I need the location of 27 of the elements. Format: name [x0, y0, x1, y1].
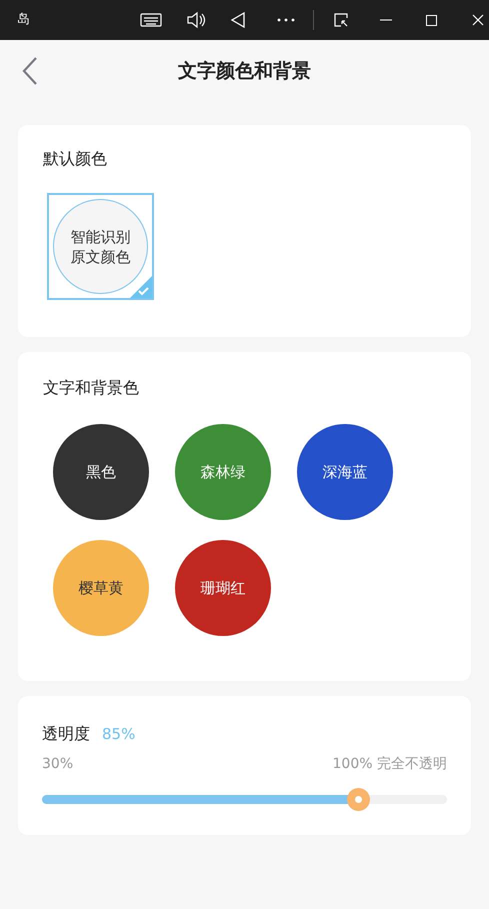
close-icon[interactable]	[472, 14, 484, 26]
page-title: 文字颜色和背景	[178, 58, 311, 84]
maximize-icon[interactable]	[426, 14, 437, 26]
color-swatch[interactable]: 樱草黄	[53, 540, 149, 636]
color-swatch[interactable]: 黑色	[53, 424, 149, 520]
color-swatch[interactable]: 深海蓝	[297, 424, 393, 520]
min-label: 30%	[42, 755, 74, 774]
color-swatch[interactable]: 珊瑚红	[175, 540, 271, 636]
keyboard-icon[interactable]	[140, 13, 162, 27]
opacity-slider[interactable]	[42, 788, 447, 811]
auto-color-option[interactable]: 智能识别 原文颜色	[47, 193, 154, 300]
minimize-icon[interactable]	[380, 19, 392, 21]
slider-thumb[interactable]	[346, 788, 370, 811]
back-triangle-icon[interactable]	[230, 11, 246, 29]
window-title: 岛	[17, 11, 31, 30]
window-snap-icon[interactable]	[334, 13, 348, 27]
more-icon[interactable]	[277, 18, 295, 22]
max-label: 100% 完全不透明	[332, 755, 447, 774]
speaker-icon[interactable]	[186, 11, 206, 29]
section-title: 文字和背景色	[43, 377, 140, 399]
color-swatch[interactable]: 森林绿	[175, 424, 271, 520]
back-icon[interactable]	[22, 56, 38, 86]
option-label: 智能识别 原文颜色	[53, 199, 148, 294]
opacity-value: 85%	[102, 724, 136, 745]
section-title: 默认颜色	[43, 148, 108, 170]
opacity-label: 透明度	[42, 723, 90, 745]
check-corner-icon	[130, 276, 152, 298]
